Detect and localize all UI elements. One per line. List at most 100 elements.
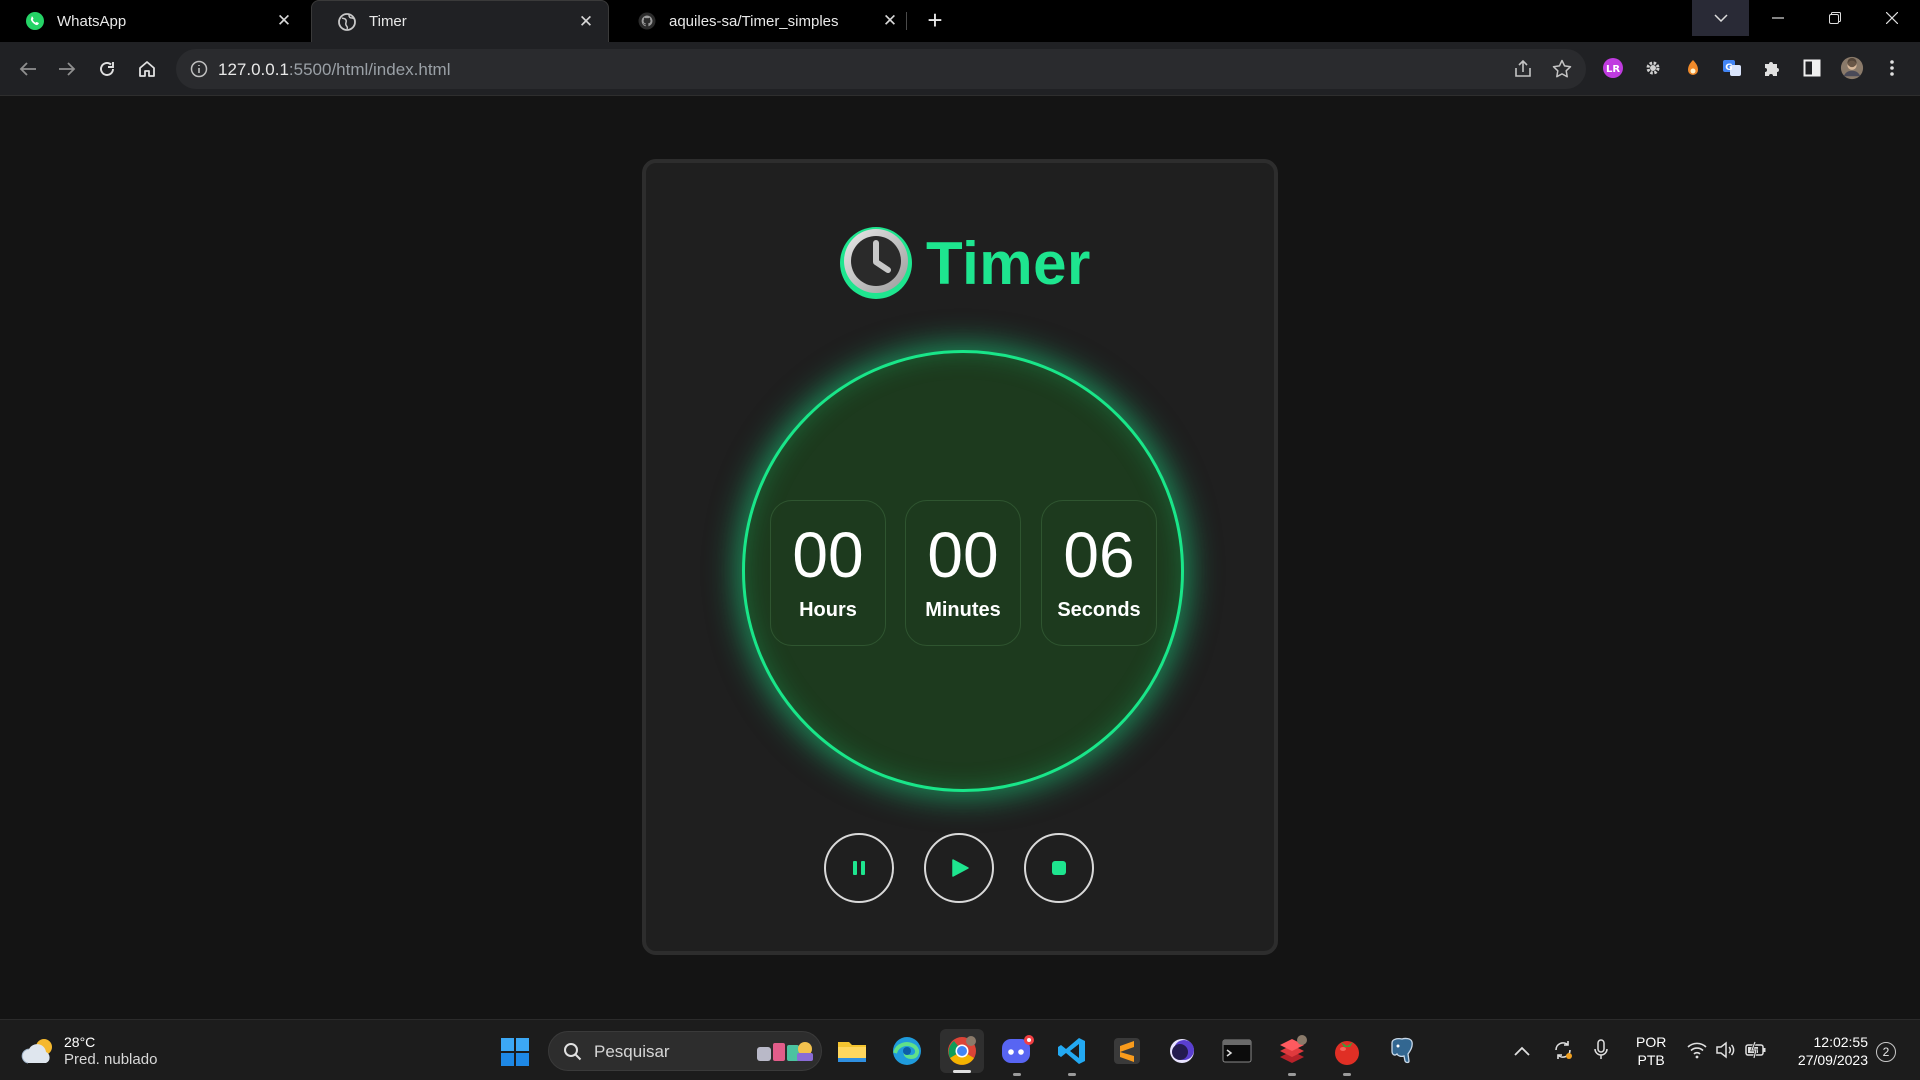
weather-desc: Pred. nublado — [64, 1051, 158, 1068]
edge-icon[interactable] — [890, 1034, 924, 1068]
arrow-right-icon — [59, 62, 76, 76]
weather-temp: 28°C — [64, 1034, 96, 1050]
notification-badge[interactable]: 2 — [1876, 1042, 1896, 1062]
postgresql-icon[interactable] — [1385, 1034, 1419, 1068]
windows-taskbar: 28°C Pred. nublado Pesquisar POR PTB 12:… — [0, 1019, 1920, 1080]
svg-text:LR: LR — [1606, 64, 1620, 75]
reload-icon — [100, 62, 114, 76]
minimize-button[interactable] — [1749, 0, 1806, 36]
svg-text:G: G — [1725, 63, 1732, 73]
seconds-value: 06 — [1063, 519, 1135, 591]
file-explorer-icon[interactable] — [835, 1034, 869, 1068]
close-tab-icon[interactable]: ✕ — [274, 11, 294, 31]
play-button[interactable] — [924, 833, 994, 903]
close-window-button[interactable] — [1863, 0, 1920, 36]
sync-icon[interactable] — [1551, 1038, 1575, 1062]
timer-display-circle: 00 Hours 00 Minutes 06 Seconds — [742, 350, 1184, 792]
minutes-box: 00 Minutes — [905, 500, 1021, 646]
weather-widget[interactable]: 28°C Pred. nublado — [20, 1033, 157, 1069]
extensions-puzzle-icon[interactable] — [1760, 56, 1784, 80]
menu-kebab-icon[interactable] — [1880, 56, 1904, 80]
globe-icon — [337, 12, 357, 32]
close-tab-icon[interactable]: ✕ — [880, 11, 900, 31]
tab-title: aquiles-sa/Timer_simples — [669, 12, 839, 30]
profile-avatar[interactable] — [1840, 56, 1864, 80]
restore-button[interactable] — [1806, 0, 1863, 36]
timer-card: Timer 00 Hours 00 Minutes 06 Seconds — [642, 159, 1278, 955]
arrow-left-icon — [19, 62, 36, 76]
hours-label: Hours — [799, 599, 857, 621]
tab-github[interactable]: aquiles-sa/Timer_simples ✕ — [612, 0, 912, 42]
hours-value: 00 — [792, 519, 864, 591]
running-indicator — [1068, 1073, 1076, 1076]
app-title: Timer — [926, 229, 1091, 297]
share-icon[interactable] — [1512, 58, 1534, 80]
github-icon — [637, 11, 657, 31]
home-button[interactable] — [133, 55, 161, 83]
microphone-icon[interactable] — [1593, 1038, 1609, 1062]
extension-translate-icon[interactable]: G — [1720, 56, 1744, 80]
discord-icon[interactable] — [1000, 1034, 1034, 1076]
tab-search-button[interactable] — [1692, 0, 1749, 36]
input-language[interactable]: POR PTB — [1636, 1033, 1666, 1069]
side-panel-icon[interactable] — [1800, 56, 1824, 80]
chrome-icon[interactable] — [940, 1029, 984, 1073]
tomato-timer-icon[interactable] — [1330, 1034, 1364, 1076]
windows-start-icon[interactable] — [500, 1037, 530, 1067]
close-tab-icon[interactable]: ✕ — [576, 12, 596, 32]
reload-button[interactable] — [93, 55, 121, 83]
terminal-icon[interactable] — [1220, 1034, 1254, 1068]
search-highlight-icon — [757, 1042, 813, 1061]
tab-timer[interactable]: Timer ✕ — [311, 0, 609, 42]
window-controls — [1692, 0, 1920, 36]
pause-icon — [853, 861, 865, 875]
chevron-down-icon — [1713, 14, 1728, 22]
extension-gear-icon[interactable] — [1641, 56, 1665, 80]
url-text: 127.0.0.1:5500/html/index.html — [218, 60, 451, 79]
back-button[interactable] — [14, 55, 42, 83]
volume-icon[interactable] — [1714, 1040, 1736, 1060]
vscode-icon[interactable] — [1055, 1034, 1089, 1076]
cloud-sun-icon — [21, 1039, 52, 1064]
new-tab-button[interactable]: + — [922, 7, 948, 34]
stack-app-icon[interactable] — [1275, 1034, 1309, 1076]
system-clock[interactable]: 12:02:55 27/09/2023 — [1788, 1033, 1868, 1069]
wifi-icon[interactable] — [1686, 1040, 1708, 1060]
forward-button[interactable] — [53, 55, 81, 83]
address-bar[interactable]: 127.0.0.1:5500/html/index.html — [176, 49, 1586, 89]
minutes-value: 00 — [927, 519, 999, 591]
restore-icon — [1828, 12, 1841, 24]
tab-strip: WhatsApp ✕ Timer ✕ aquiles-sa/Timer_simp… — [0, 0, 1920, 42]
extension-orange-icon[interactable] — [1681, 56, 1705, 80]
tab-title: WhatsApp — [57, 12, 127, 30]
minutes-label: Minutes — [925, 599, 1001, 621]
browser-toolbar: 127.0.0.1:5500/html/index.html LR G — [0, 42, 1920, 96]
clock-date: 27/09/2023 — [1797, 1052, 1868, 1068]
home-icon — [139, 61, 155, 77]
sublime-text-icon[interactable] — [1110, 1034, 1144, 1068]
running-indicator — [1288, 1073, 1296, 1076]
taskbar-search[interactable]: Pesquisar — [548, 1031, 822, 1071]
stop-button[interactable] — [1024, 833, 1094, 903]
extension-lr-icon[interactable]: LR — [1601, 56, 1625, 80]
show-hidden-icons-chevron-up-icon[interactable] — [1514, 1046, 1530, 1056]
clock-icon — [840, 227, 912, 299]
battery-charging-icon[interactable] — [1744, 1040, 1768, 1060]
tab-whatsapp[interactable]: WhatsApp ✕ — [0, 0, 306, 42]
timer-header: Timer — [836, 221, 1091, 305]
whatsapp-icon — [25, 11, 45, 31]
pause-button[interactable] — [824, 833, 894, 903]
running-indicator — [1343, 1073, 1351, 1076]
tab-title: Timer — [369, 13, 407, 30]
bookmark-star-icon[interactable] — [1551, 58, 1573, 80]
search-placeholder: Pesquisar — [594, 1042, 670, 1061]
info-icon — [190, 60, 208, 78]
language-code: POR — [1636, 1034, 1667, 1050]
keyboard-layout: PTB — [1637, 1052, 1665, 1068]
tab-separator — [906, 12, 907, 30]
running-indicator — [1013, 1073, 1021, 1076]
seconds-label: Seconds — [1057, 599, 1141, 621]
page-viewport: Timer 00 Hours 00 Minutes 06 Seconds — [0, 97, 1920, 1019]
moon-app-icon[interactable] — [1165, 1034, 1199, 1068]
play-icon — [952, 859, 969, 877]
